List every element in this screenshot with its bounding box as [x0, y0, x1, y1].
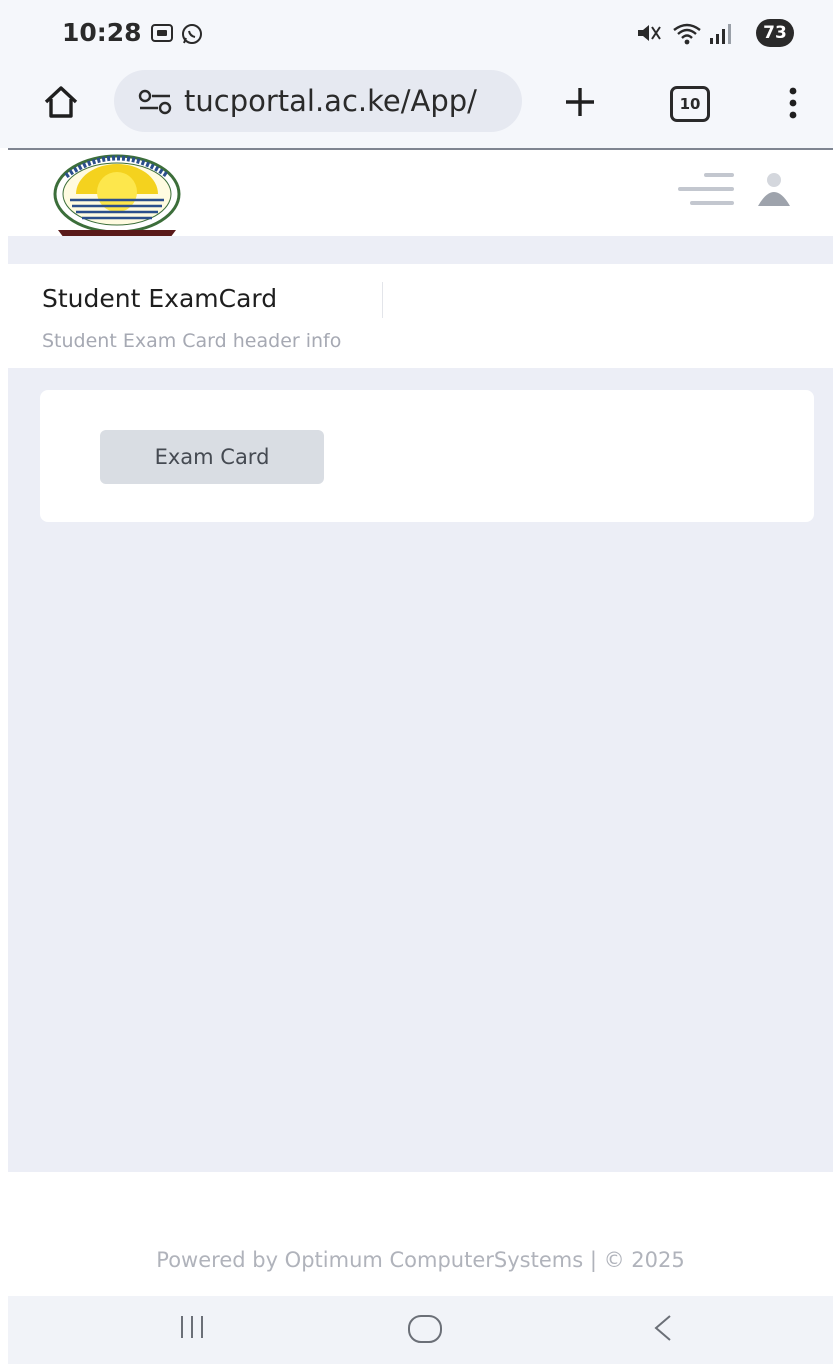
- wifi-icon: [672, 22, 702, 50]
- signal-icon: [706, 22, 736, 50]
- status-bar: 10:28 73: [0, 0, 833, 64]
- main-content: Exam Card: [8, 368, 833, 1172]
- whatsapp-icon: [180, 22, 204, 50]
- page-title: Student ExamCard: [42, 284, 278, 313]
- menu-icon[interactable]: [678, 172, 734, 210]
- home-icon[interactable]: [42, 84, 80, 124]
- app-header: [8, 150, 833, 240]
- university-logo[interactable]: [40, 150, 194, 240]
- page-header: Student ExamCard Student Exam Card heade…: [8, 264, 833, 368]
- screen-record-icon: [150, 22, 174, 48]
- user-icon[interactable]: [754, 172, 794, 210]
- home-nav-icon[interactable]: [406, 1312, 444, 1350]
- back-nav-icon[interactable]: [648, 1312, 678, 1348]
- recent-apps-icon[interactable]: [176, 1312, 208, 1346]
- footer-credits: Powered by Optimum ComputerSystems | © 2…: [156, 1248, 685, 1272]
- site-settings-icon[interactable]: [138, 88, 172, 120]
- title-separator: [382, 282, 383, 318]
- address-bar[interactable]: tucportal.ac.ke/App/: [114, 70, 522, 132]
- page-footer: Powered by Optimum ComputerSystems | © 2…: [8, 1172, 833, 1296]
- tab-switcher[interactable]: 10: [670, 86, 710, 122]
- more-menu-icon[interactable]: [786, 86, 800, 124]
- page-subtitle: Student Exam Card header info: [42, 330, 342, 352]
- browser-toolbar: tucportal.ac.ke/App/ 10: [0, 64, 833, 148]
- status-time: 10:28: [62, 18, 142, 47]
- url-text[interactable]: tucportal.ac.ke/App/: [184, 84, 514, 118]
- battery-indicator: 73: [756, 19, 794, 47]
- mute-icon: [636, 22, 662, 48]
- exam-card-panel: Exam Card: [40, 390, 814, 522]
- exam-card-button[interactable]: Exam Card: [100, 430, 324, 484]
- system-nav-bar: [8, 1296, 833, 1364]
- header-strip: [8, 236, 833, 264]
- new-tab-icon[interactable]: [562, 84, 598, 124]
